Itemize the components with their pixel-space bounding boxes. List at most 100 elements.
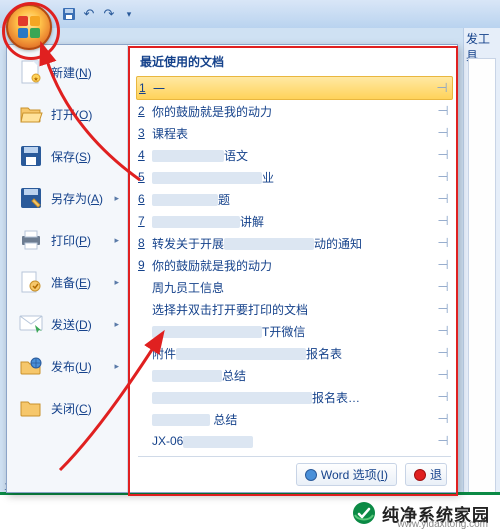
recent-item-label: 你的鼓励就是我的动力 <box>152 257 435 274</box>
send-icon <box>17 311 45 337</box>
recent-list: 1一⊣2你的鼓励就是我的动力⊣3课程表⊣4.语文⊣5.业⊣6.题⊣7.讲解⊣8转… <box>138 76 451 452</box>
watermark-url: www.yidaxitong.com <box>397 519 488 530</box>
options-icon <box>305 469 317 481</box>
menu-label: 打印(P) <box>51 232 114 249</box>
save-icon[interactable] <box>60 5 78 23</box>
pin-icon[interactable]: ⊣ <box>435 323 451 339</box>
menu-close[interactable]: 关闭(C) <box>7 387 127 429</box>
word-options-label: Word 选项(I) <box>321 466 388 483</box>
pin-icon[interactable]: ⊣ <box>435 147 451 163</box>
recent-item-number: 1 <box>139 81 153 95</box>
pin-icon[interactable]: ⊣ <box>435 279 451 295</box>
pin-icon[interactable]: ⊣ <box>435 169 451 185</box>
submenu-arrow-icon: ▸ <box>114 277 119 288</box>
redo-icon[interactable]: ↷ <box>100 5 118 23</box>
office-menu: ★ 新建(N) 打开(O) 保存(S) 另存为(A) ▸ <box>6 44 458 493</box>
prepare-icon <box>17 269 45 295</box>
menu-print[interactable]: 打印(P) ▸ <box>7 219 127 261</box>
recent-item-label: 一 <box>153 80 434 97</box>
submenu-arrow-icon: ▸ <box>114 235 119 246</box>
recent-item-number: 6 <box>138 192 152 206</box>
recent-item[interactable]: 周九员工信息⊣ <box>138 276 451 298</box>
menu-open[interactable]: 打开(O) <box>7 93 127 135</box>
menu-prepare[interactable]: 准备(E) ▸ <box>7 261 127 303</box>
recent-item[interactable]: 4.语文⊣ <box>138 144 451 166</box>
recent-item-label: .业 <box>152 169 435 186</box>
menu-label: 准备(E) <box>51 274 114 291</box>
recent-item-label: 周九员工信息 <box>152 279 435 296</box>
menu-label: 打开(O) <box>51 106 119 123</box>
recent-item-label: .讲解 <box>152 213 435 230</box>
recent-item[interactable]: 5.业⊣ <box>138 166 451 188</box>
submenu-arrow-icon: ▸ <box>114 319 119 330</box>
recent-item-number: 4 <box>138 148 152 162</box>
pin-icon[interactable]: ⊣ <box>435 411 451 427</box>
office-menu-left: ★ 新建(N) 打开(O) 保存(S) 另存为(A) ▸ <box>7 45 128 492</box>
recent-title: 最近使用的文档 <box>138 51 451 76</box>
title-bar: ↶ ↷ ▾ <box>0 0 500 28</box>
menu-label: 新建(N) <box>51 64 119 81</box>
recent-item-number: 9 <box>138 258 152 272</box>
recent-item[interactable]: 9你的鼓励就是我的动力⊣ <box>138 254 451 276</box>
pin-icon[interactable]: ⊣ <box>435 389 451 405</box>
recent-item[interactable]: 6.题⊣ <box>138 188 451 210</box>
menu-save-as[interactable]: 另存为(A) ▸ <box>7 177 127 219</box>
pin-icon[interactable]: ⊣ <box>435 103 451 119</box>
exit-word-button[interactable]: 退 <box>405 463 447 486</box>
recent-item[interactable]: 2你的鼓励就是我的动力⊣ <box>138 100 451 122</box>
pin-icon[interactable]: ⊣ <box>435 235 451 251</box>
recent-item[interactable]: .报名表…⊣ <box>138 386 451 408</box>
recent-item-label: 课程表 <box>152 125 435 142</box>
pin-icon[interactable]: ⊣ <box>435 213 451 229</box>
menu-publish[interactable]: 发布(U) ▸ <box>7 345 127 387</box>
save-as-icon <box>17 185 45 211</box>
pin-icon[interactable]: ⊣ <box>434 80 450 96</box>
recent-item-number: 7 <box>138 214 152 228</box>
recent-item-number: 2 <box>138 104 152 118</box>
pin-icon[interactable]: ⊣ <box>435 301 451 317</box>
undo-icon[interactable]: ↶ <box>80 5 98 23</box>
recent-item-label: 转发关于开展.动的通知 <box>152 235 435 252</box>
pin-icon[interactable]: ⊣ <box>435 367 451 383</box>
pin-icon[interactable]: ⊣ <box>435 257 451 273</box>
qat-dropdown-icon[interactable]: ▾ <box>120 5 138 23</box>
recent-item[interactable]: .T开微信⊣ <box>138 320 451 342</box>
submenu-arrow-icon: ▸ <box>114 361 119 372</box>
recent-item[interactable]: .总结⊣ <box>138 364 451 386</box>
word-options-button[interactable]: Word 选项(I) <box>296 463 397 486</box>
menu-label: 发送(D) <box>51 316 114 333</box>
recent-item[interactable]: 7.讲解⊣ <box>138 210 451 232</box>
recent-item-label: .报名表… <box>152 389 435 406</box>
recent-item[interactable]: 3课程表⊣ <box>138 122 451 144</box>
pin-icon[interactable]: ⊣ <box>435 191 451 207</box>
new-doc-icon: ★ <box>17 59 45 85</box>
recent-item-label: 选择并双击打开要打印的文档 <box>152 301 435 318</box>
quick-access-toolbar: ↶ ↷ ▾ <box>60 5 138 23</box>
recent-item[interactable]: 1一⊣ <box>136 76 453 100</box>
recent-item-label: 附件.报名表 <box>152 345 435 362</box>
pin-icon[interactable]: ⊣ <box>435 433 451 449</box>
recent-item[interactable]: 附件.报名表⊣ <box>138 342 451 364</box>
recent-item-label: .总结 <box>152 367 435 384</box>
office-button[interactable] <box>6 4 52 50</box>
ruler <box>468 58 496 495</box>
exit-label: 退 <box>430 466 442 483</box>
recent-item-number: 5 <box>138 170 152 184</box>
pin-icon[interactable]: ⊣ <box>435 125 451 141</box>
office-menu-bottom: Word 选项(I) 退 <box>138 456 451 490</box>
svg-text:★: ★ <box>33 76 38 83</box>
close-folder-icon <box>17 395 45 421</box>
recent-item-label: JX-06. <box>152 434 435 448</box>
recent-item[interactable]: . 总结⊣ <box>138 408 451 430</box>
recent-item[interactable]: 选择并双击打开要打印的文档⊣ <box>138 298 451 320</box>
menu-new[interactable]: ★ 新建(N) <box>7 51 127 93</box>
menu-send[interactable]: 发送(D) ▸ <box>7 303 127 345</box>
recent-item[interactable]: JX-06.⊣ <box>138 430 451 452</box>
recent-item-number: 8 <box>138 236 152 250</box>
recent-item[interactable]: 8转发关于开展.动的通知⊣ <box>138 232 451 254</box>
recent-item-label: .语文 <box>152 147 435 164</box>
open-icon <box>17 101 45 127</box>
pin-icon[interactable]: ⊣ <box>435 345 451 361</box>
menu-save[interactable]: 保存(S) <box>7 135 127 177</box>
save-disk-icon <box>17 143 45 169</box>
